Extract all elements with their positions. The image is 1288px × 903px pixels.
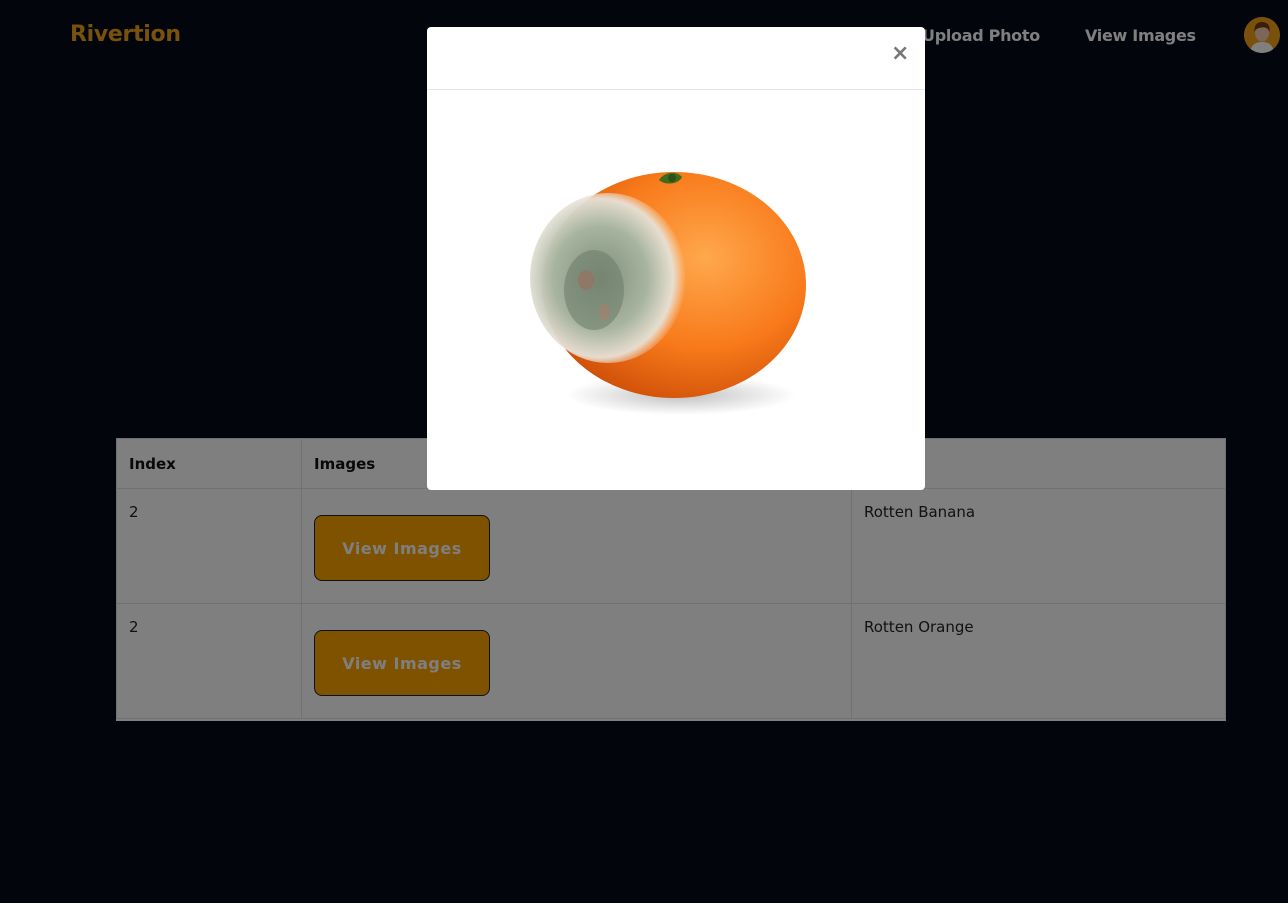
modal-header: ×: [427, 27, 925, 90]
image-modal: ×: [427, 27, 925, 490]
close-icon[interactable]: ×: [891, 43, 909, 65]
rotten-orange-image: [530, 172, 806, 415]
modal-body: [427, 90, 925, 490]
page: Rivertion Upload Photo View Images Index…: [0, 0, 1288, 903]
